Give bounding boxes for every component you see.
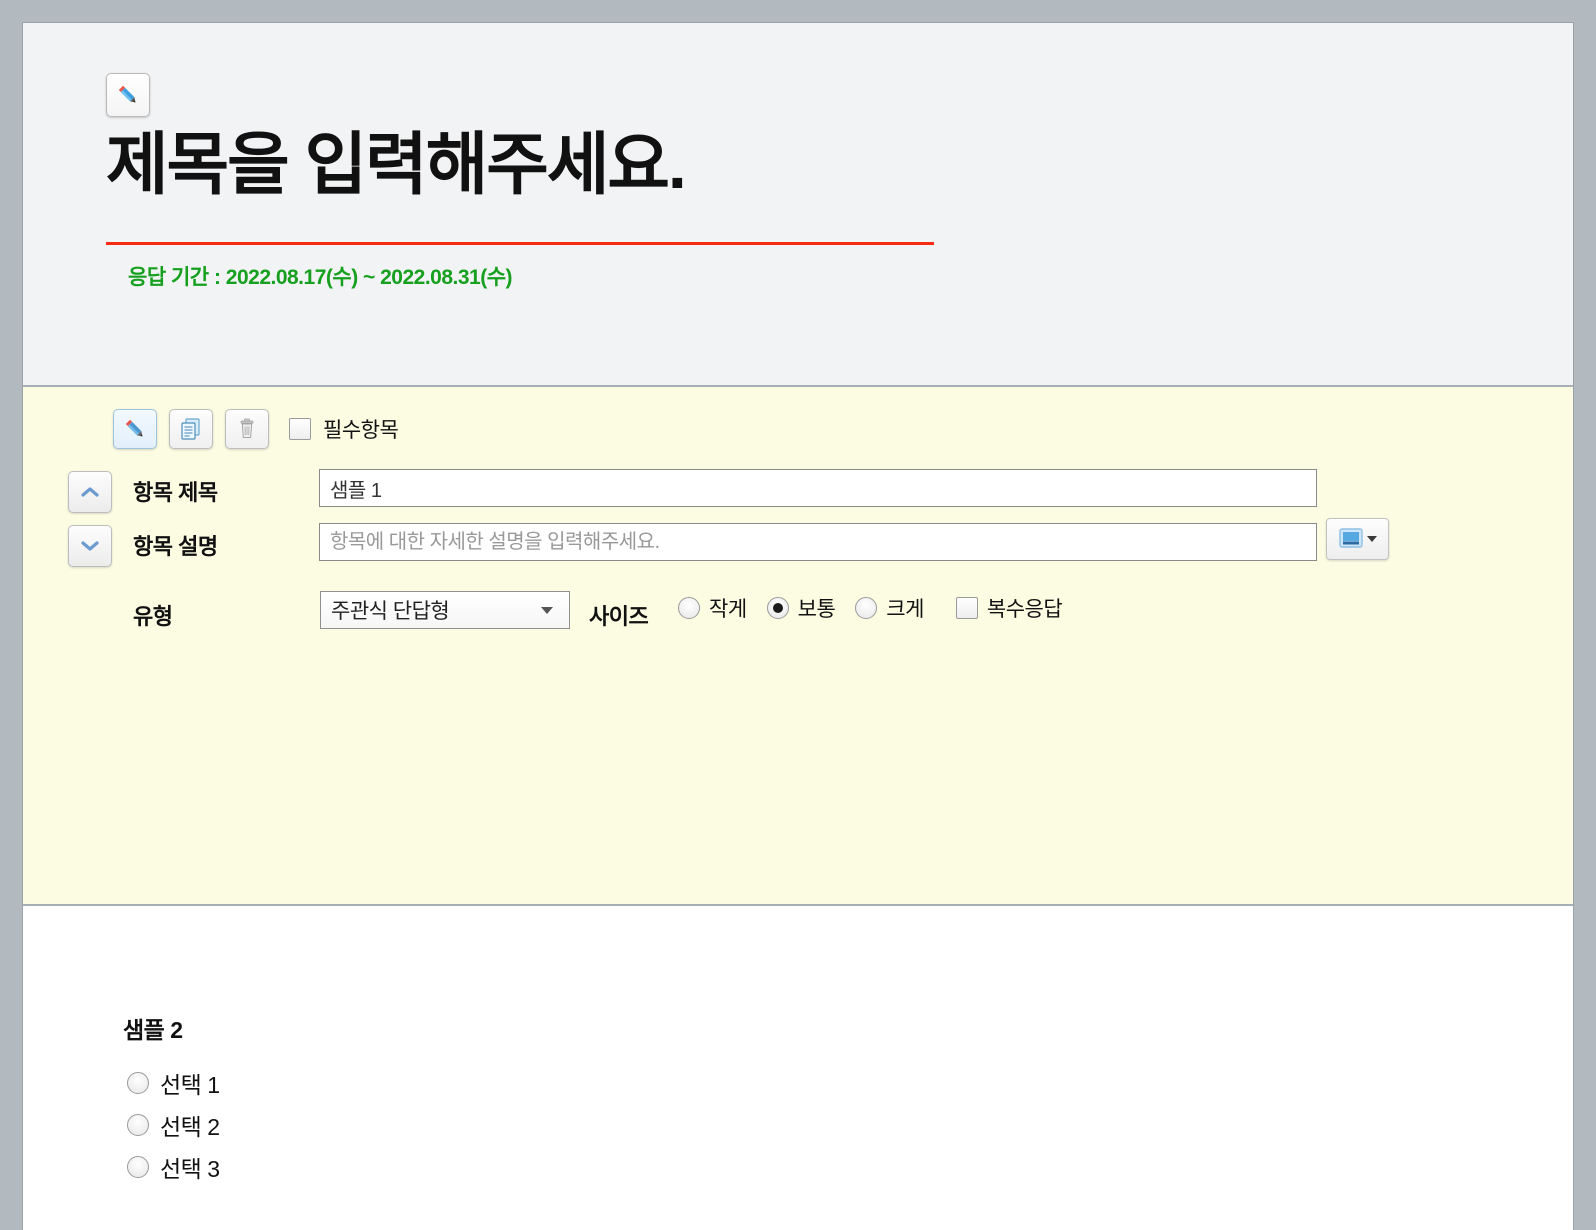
survey-header-panel: 제목을 입력해주세요. 응답 기간 : 2022.08.17(수) ~ 2022… <box>23 23 1573 387</box>
item-title-input[interactable] <box>319 469 1317 507</box>
title-underline <box>106 242 934 245</box>
size-option-medium[interactable]: 보통 <box>766 593 836 623</box>
preview-option-3[interactable]: 선택 3 <box>127 1150 220 1184</box>
preview-option-2[interactable]: 선택 2 <box>127 1108 220 1142</box>
radio-option-2[interactable] <box>127 1114 149 1136</box>
size-option-large-label: 크게 <box>886 598 924 621</box>
pencil-icon <box>118 85 136 103</box>
monitor-screen-icon <box>1339 528 1363 548</box>
size-label: 사이즈 <box>589 604 649 629</box>
item-description-label: 항목 설명 <box>133 534 218 559</box>
item-type-label: 유형 <box>133 604 173 629</box>
question-preview-panel: 샘플 2 선택 1 선택 2 선택 3 <box>23 906 1573 1228</box>
size-option-small[interactable]: 작게 <box>678 593 747 623</box>
caret-down-icon <box>1367 536 1377 542</box>
copy-documents-icon <box>181 418 200 440</box>
preview-option-list: 선택 1 선택 2 선택 3 <box>127 1066 220 1192</box>
item-title-label: 항목 제목 <box>133 480 218 505</box>
radio-medium[interactable] <box>766 597 789 619</box>
required-item-checkbox-wrap[interactable]: 필수항목 <box>289 414 399 444</box>
radio-option-1[interactable] <box>127 1072 149 1094</box>
preview-option-1[interactable]: 선택 1 <box>127 1066 220 1100</box>
edit-item-button[interactable] <box>113 409 157 449</box>
radio-small[interactable] <box>678 597 700 619</box>
item-toolbar: 필수항목 <box>113 409 399 449</box>
page-title: 제목을 입력해주세요. <box>106 127 687 203</box>
multi-response-checkbox-wrap[interactable]: 복수응답 <box>955 593 1063 623</box>
preview-option-1-label: 선택 1 <box>160 1072 220 1098</box>
preview-question-title: 샘플 2 <box>123 1017 183 1043</box>
preview-option-2-label: 선택 2 <box>160 1114 220 1140</box>
survey-builder-page: 제목을 입력해주세요. 응답 기간 : 2022.08.17(수) ~ 2022… <box>22 22 1574 1230</box>
copy-item-button[interactable] <box>169 409 213 449</box>
size-radio-group: 작게 보통 크게 복수응답 <box>678 593 1063 623</box>
preview-option-3-label: 선택 3 <box>160 1156 220 1182</box>
chevron-up-icon <box>81 487 99 497</box>
item-editor-panel: 필수항목 항목 제목 항목 설명 유형 샘플 1 항목에 대한 자세한 설명을 … <box>23 387 1573 1218</box>
chevron-down-icon <box>541 606 553 614</box>
chevron-down-icon <box>81 541 99 551</box>
move-item-up-button[interactable] <box>68 471 112 513</box>
radio-large[interactable] <box>855 597 878 619</box>
edit-title-button[interactable] <box>106 73 150 117</box>
item-type-select[interactable]: 주관식 단답형 <box>320 591 570 629</box>
required-item-label: 필수항목 <box>323 419 399 442</box>
required-item-checkbox[interactable] <box>289 418 311 440</box>
multi-response-checkbox[interactable] <box>955 597 978 619</box>
multi-response-label: 복수응답 <box>986 598 1063 621</box>
trash-icon <box>240 418 254 438</box>
delete-item-button[interactable] <box>225 409 269 449</box>
size-option-large[interactable]: 크게 <box>855 593 924 623</box>
radio-option-3[interactable] <box>127 1156 149 1178</box>
pencil-icon <box>125 419 143 437</box>
response-period-text: 응답 기간 : 2022.08.17(수) ~ 2022.08.31(수) <box>128 266 513 289</box>
move-item-down-button[interactable] <box>68 525 112 567</box>
size-option-medium-label: 보통 <box>797 598 836 621</box>
item-type-selected-value: 주관식 단답형 <box>331 600 450 623</box>
size-option-small-label: 작게 <box>709 598 747 621</box>
media-insert-button[interactable] <box>1326 518 1389 560</box>
item-description-input[interactable] <box>319 523 1317 561</box>
